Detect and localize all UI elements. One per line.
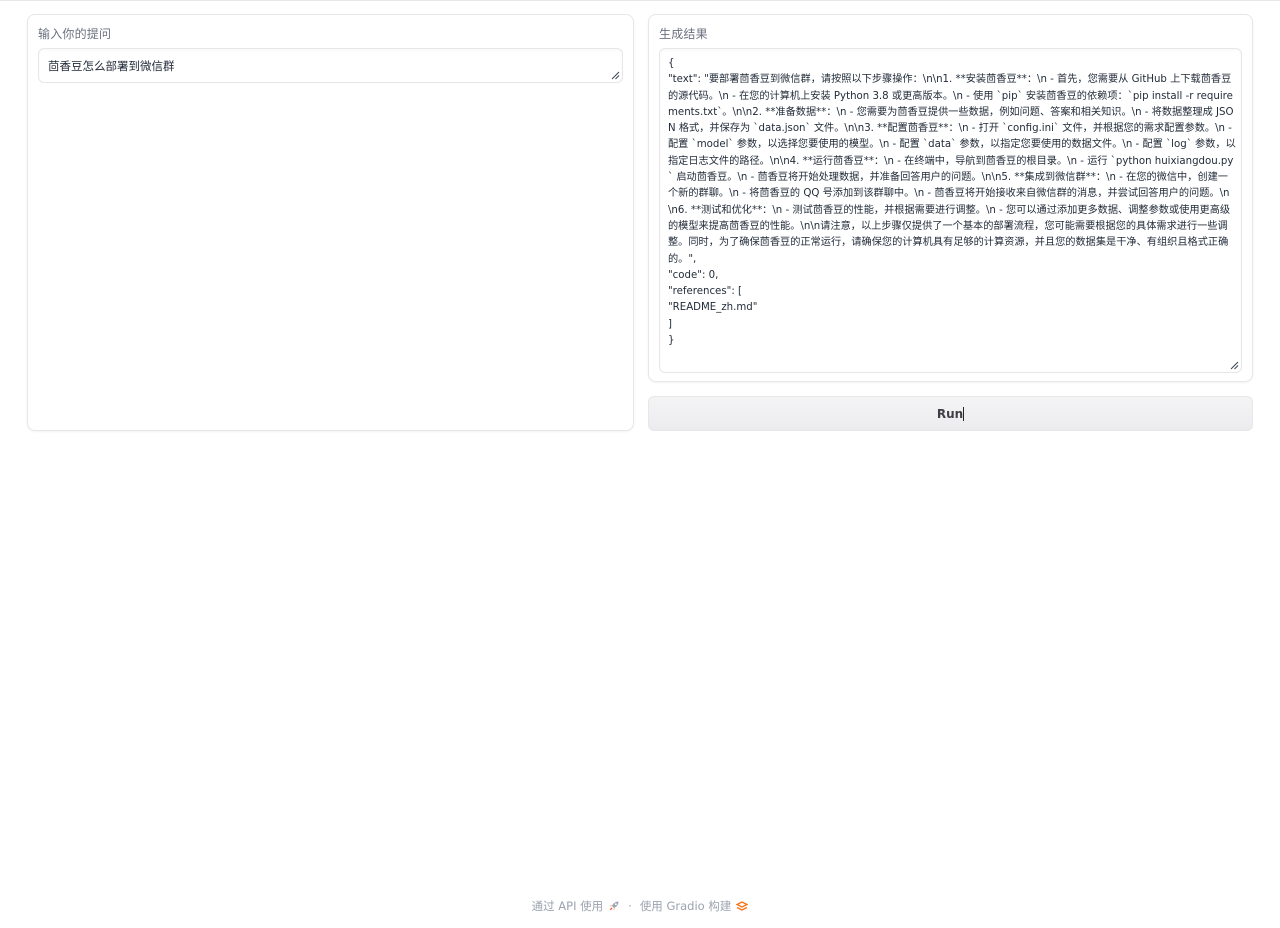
- rocket-icon: [609, 901, 619, 911]
- json-line: {: [668, 58, 675, 69]
- result-label: 生成结果: [659, 27, 708, 41]
- gradio-logo-icon: [736, 901, 749, 911]
- api-link-label: 通过 API 使用: [531, 899, 604, 913]
- run-button[interactable]: Run: [648, 396, 1253, 431]
- text-cursor: [963, 406, 965, 421]
- resize-handle-icon[interactable]: [611, 71, 620, 80]
- top-border: [0, 0, 1280, 1]
- footer: 通过 API 使用 · 使用 Gradio 构建: [0, 897, 1280, 915]
- question-input-value: 茴香豆怎么部署到微信群: [48, 59, 175, 73]
- result-panel: 生成结果 { "text": "要部署茴香豆到微信群，请按照以下步骤操作：\n\…: [648, 14, 1253, 382]
- gradio-link-label: 使用 Gradio 构建: [639, 899, 732, 913]
- json-line: "text": "要部署茴香豆到微信群，请按照以下步骤操作：\n\n1. **安…: [668, 74, 1236, 265]
- json-line: "references": [: [668, 286, 742, 298]
- json-line: ]: [668, 318, 672, 330]
- result-output[interactable]: { "text": "要部署茴香豆到微信群，请按照以下步骤操作：\n\n1. *…: [659, 48, 1242, 373]
- footer-separator: ·: [628, 899, 632, 913]
- json-line: }: [668, 335, 675, 347]
- api-link[interactable]: 通过 API 使用: [532, 898, 621, 914]
- json-line: "README_zh.md": [668, 302, 758, 314]
- question-label: 输入你的提问: [38, 27, 112, 41]
- resize-handle-icon[interactable]: [1230, 361, 1239, 370]
- question-input[interactable]: 茴香豆怎么部署到微信群: [38, 48, 623, 83]
- json-line: "code": 0,: [668, 269, 719, 281]
- run-button-label: Run: [936, 406, 964, 421]
- question-panel: 输入你的提问 茴香豆怎么部署到微信群: [27, 14, 634, 431]
- result-output-text: { "text": "要部署茴香豆到微信群，请按照以下步骤操作：\n\n1. *…: [668, 56, 1236, 349]
- gradio-link[interactable]: 使用 Gradio 构建: [640, 898, 749, 914]
